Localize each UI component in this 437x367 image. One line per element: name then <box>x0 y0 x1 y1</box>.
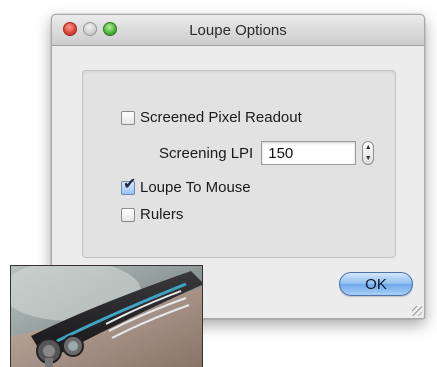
loupe-photo <box>10 265 203 367</box>
screened-pixel-readout-option[interactable]: Screened Pixel Readout <box>121 109 302 126</box>
loupe-to-mouse-label: Loupe To Mouse <box>140 179 251 196</box>
screenshot-stage: Loupe Options Screened Pixel Readout Scr… <box>0 0 437 367</box>
rulers-label: Rulers <box>140 206 184 223</box>
window-title: Loupe Options <box>189 22 287 39</box>
ok-button-label: OK <box>365 275 387 293</box>
checkmark-icon: ✔ <box>123 175 137 193</box>
screening-lpi-input[interactable] <box>261 141 357 165</box>
screening-lpi-row: Screening LPI ▲ ▼ <box>159 141 375 165</box>
loupe-to-mouse-option[interactable]: ✔ Loupe To Mouse <box>121 176 251 196</box>
screening-lpi-stepper[interactable]: ▲ ▼ <box>362 141 375 165</box>
screened-pixel-readout-checkbox[interactable] <box>121 110 135 125</box>
stepper-down-arrow-icon[interactable]: ▼ <box>365 155 372 162</box>
loupe-photo-illustration <box>11 266 202 367</box>
rulers-option[interactable]: Rulers <box>121 206 183 223</box>
screened-pixel-readout-label: Screened Pixel Readout <box>140 109 302 126</box>
screening-lpi-label: Screening LPI <box>159 144 254 162</box>
stepper-up-arrow-icon[interactable]: ▲ <box>365 144 372 151</box>
options-group-box: Screened Pixel Readout Screening LPI ▲ ▼… <box>82 70 396 258</box>
ok-button[interactable]: OK <box>339 272 413 296</box>
rulers-checkbox[interactable] <box>121 207 135 222</box>
loupe-to-mouse-checkbox[interactable]: ✔ <box>121 176 136 195</box>
title-bar[interactable]: Loupe Options <box>52 15 424 46</box>
resize-grip-icon[interactable] <box>412 306 422 316</box>
